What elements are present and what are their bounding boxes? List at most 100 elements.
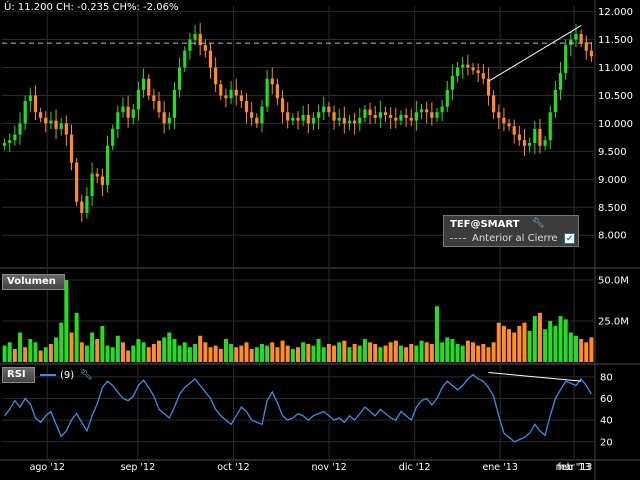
volume-bar bbox=[558, 316, 563, 362]
candle-body bbox=[85, 196, 89, 213]
candle-body bbox=[378, 112, 382, 118]
candle-body bbox=[461, 64, 465, 68]
volume-bar bbox=[136, 339, 141, 362]
volume-bar bbox=[285, 345, 290, 362]
x-tick-label: mar '13 bbox=[556, 462, 593, 473]
candle-body bbox=[239, 95, 243, 102]
x-tick-label: nov '12 bbox=[311, 462, 346, 473]
candle-body bbox=[64, 123, 68, 135]
rsi-tick-label: 40 bbox=[600, 416, 613, 427]
price-candles[interactable] bbox=[2, 22, 594, 222]
candle-body bbox=[481, 73, 485, 79]
candle-body bbox=[332, 112, 336, 121]
candle-body bbox=[121, 106, 125, 113]
volume-bar bbox=[321, 347, 326, 362]
candle-body bbox=[280, 98, 285, 113]
volume-bar bbox=[522, 322, 527, 362]
candle-body bbox=[522, 140, 527, 146]
volume-bar bbox=[357, 345, 362, 362]
volume-bar bbox=[131, 345, 136, 362]
volume-bar bbox=[460, 345, 465, 362]
volume-bar bbox=[270, 342, 275, 362]
candle-body bbox=[497, 112, 501, 118]
legend-symbol[interactable]: TEF@SMART bbox=[450, 219, 519, 230]
candle-body bbox=[455, 67, 460, 76]
volume-bar bbox=[90, 332, 95, 362]
volume-bar bbox=[296, 347, 300, 362]
candle-body bbox=[131, 109, 135, 118]
volume-tick-label: 50.0M bbox=[598, 276, 629, 287]
price-legend[interactable]: TEF@SMART 🔧︎ Anterior al Cierre ✔ bbox=[443, 215, 579, 247]
candle-body bbox=[533, 129, 537, 143]
volume-bar bbox=[584, 342, 589, 362]
volume-bar bbox=[326, 343, 331, 362]
volume-bar bbox=[177, 345, 182, 362]
volume-bar bbox=[563, 319, 568, 362]
candle-body bbox=[147, 78, 151, 96]
price-tick-label: 11.500 bbox=[598, 35, 633, 46]
volume-bar bbox=[187, 347, 192, 362]
candle-body bbox=[425, 109, 429, 113]
candle-body bbox=[244, 101, 249, 113]
candle-body bbox=[322, 106, 326, 113]
volume-bar bbox=[79, 342, 84, 362]
volume-bar bbox=[424, 342, 429, 362]
wrench-icon[interactable]: 🔧︎ bbox=[80, 370, 93, 381]
candle-body bbox=[528, 142, 532, 146]
volume-bar bbox=[110, 347, 115, 362]
dashed-line-icon bbox=[450, 237, 466, 239]
volume-bar bbox=[398, 345, 403, 362]
candle-body bbox=[95, 173, 99, 177]
candle-body bbox=[450, 75, 455, 90]
price-tick-label: 9.500 bbox=[598, 147, 627, 158]
candle-body bbox=[383, 112, 388, 116]
volume-bar bbox=[434, 306, 439, 362]
volume-bar bbox=[69, 332, 74, 362]
volume-bar bbox=[429, 343, 434, 362]
candle-body bbox=[275, 84, 280, 99]
volume-bar bbox=[393, 340, 398, 362]
volume-bar bbox=[306, 343, 311, 362]
candle-body bbox=[270, 78, 274, 85]
volume-bar bbox=[450, 339, 455, 362]
volume-bar bbox=[213, 345, 218, 362]
rsi-polyline bbox=[4, 373, 592, 443]
volume-bar bbox=[455, 343, 460, 362]
price-tick-label: 10.500 bbox=[598, 91, 633, 102]
candle-body bbox=[306, 115, 310, 124]
candle-body bbox=[49, 120, 53, 124]
candle-body bbox=[353, 120, 357, 124]
volume-bar bbox=[465, 340, 470, 362]
volume-bar bbox=[218, 348, 223, 362]
candle-body bbox=[363, 109, 367, 118]
candle-body bbox=[409, 117, 413, 121]
candle-body bbox=[8, 140, 12, 143]
legend-prev-close-label: Anterior al Cierre bbox=[472, 233, 558, 244]
rsi-tick-label: 60 bbox=[600, 394, 613, 405]
volume-bar bbox=[481, 343, 486, 362]
volume-bar bbox=[244, 342, 249, 362]
candle-body bbox=[80, 201, 84, 213]
candle-body bbox=[466, 64, 470, 68]
volume-bar bbox=[203, 342, 208, 362]
quote-header: Ú: 11.200 CH: -0.235 CH%: -2.06% bbox=[4, 2, 179, 13]
candle-body bbox=[141, 78, 146, 90]
candle-body bbox=[224, 95, 228, 99]
candle-body bbox=[203, 45, 207, 51]
rsi-legend[interactable]: (9) 🔧︎ bbox=[40, 370, 93, 381]
legend-checkbox[interactable]: ✔ bbox=[564, 233, 575, 244]
rsi-line[interactable] bbox=[4, 373, 592, 443]
candle-body bbox=[100, 176, 104, 185]
volume-bar bbox=[59, 322, 64, 362]
volume-bar bbox=[414, 345, 419, 362]
candle-body bbox=[301, 115, 305, 121]
candle-body bbox=[136, 89, 141, 110]
candle-body bbox=[39, 112, 43, 118]
candle-body bbox=[234, 89, 238, 96]
volume-bar bbox=[275, 347, 280, 362]
wrench-icon[interactable]: 🔧︎ bbox=[532, 218, 545, 229]
volume-bar bbox=[548, 321, 553, 362]
candle-body bbox=[419, 109, 424, 113]
volume-bar bbox=[311, 345, 316, 362]
volume-bar bbox=[105, 345, 110, 362]
